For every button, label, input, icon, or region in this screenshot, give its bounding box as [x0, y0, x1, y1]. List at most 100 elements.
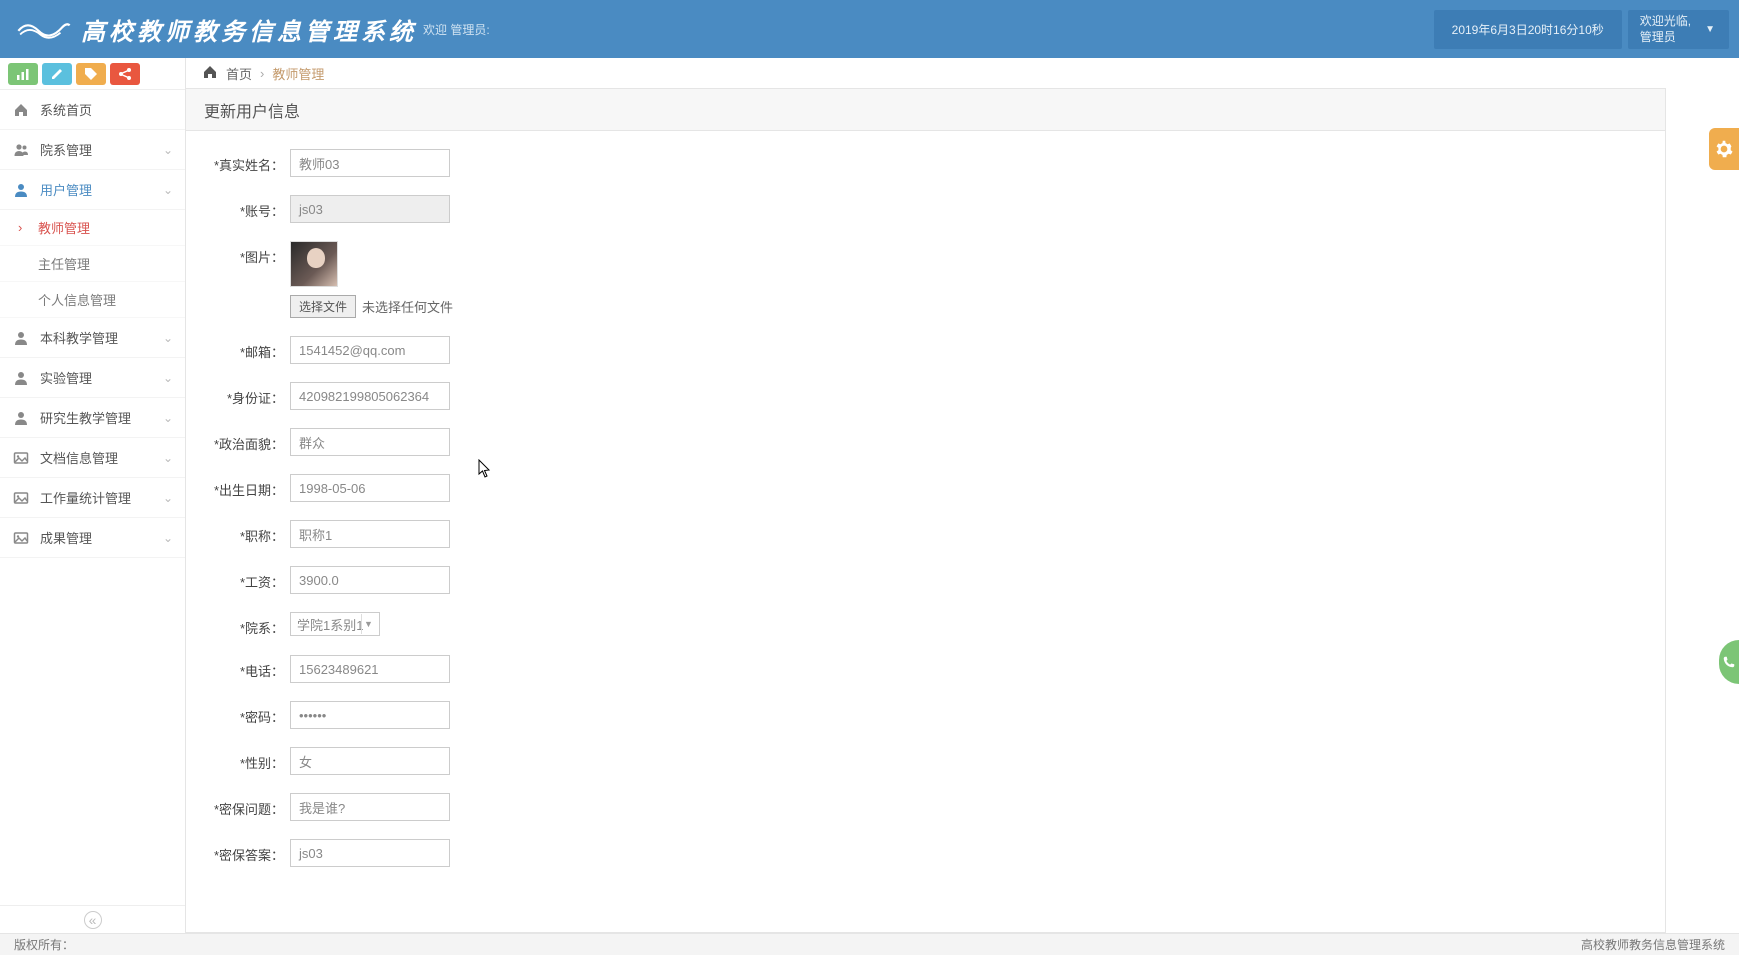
sidebar: 系统首页 院系管理 ⌄ 用户管理 ⌄ 教师管理 主任管理: [0, 58, 186, 933]
label-password: *密码：: [200, 701, 290, 726]
label-phone: *电话：: [200, 655, 290, 680]
sidebar-item-lab[interactable]: 实验管理 ⌄: [0, 358, 185, 398]
input-gender[interactable]: 女: [290, 747, 450, 775]
sidebar-collapse-button[interactable]: «: [0, 905, 185, 933]
sidebar-item-label: 文档信息管理: [40, 448, 163, 467]
label-dept: *院系：: [200, 612, 290, 637]
sidebar-item-docs[interactable]: 文档信息管理 ⌄: [0, 438, 185, 478]
sidebar-item-label: 本科教学管理: [40, 328, 163, 347]
chevron-down-icon: ⌄: [163, 491, 173, 505]
sidebar-item-label: 用户管理: [40, 180, 163, 199]
toolbar-tag-button[interactable]: [76, 63, 106, 85]
nav-menu: 系统首页 院系管理 ⌄ 用户管理 ⌄ 教师管理 主任管理: [0, 90, 185, 905]
sidebar-item-label: 院系管理: [40, 140, 163, 159]
input-secq[interactable]: 我是谁?: [290, 793, 450, 821]
sidebar-item-grad[interactable]: 研究生教学管理 ⌄: [0, 398, 185, 438]
input-phone[interactable]: 15623489621: [290, 655, 450, 683]
sidebar-item-label: 工作量统计管理: [40, 488, 163, 507]
input-title[interactable]: 职称1: [290, 520, 450, 548]
sidebar-item-undergrad[interactable]: 本科教学管理 ⌄: [0, 318, 185, 358]
sidebar-item-achievement[interactable]: 成果管理 ⌄: [0, 518, 185, 558]
input-salary[interactable]: 3900.0: [290, 566, 450, 594]
sidebar-item-home[interactable]: 系统首页: [0, 90, 185, 130]
file-status-text: 未选择任何文件: [362, 297, 453, 316]
avatar-preview: [290, 241, 338, 287]
chevron-down-icon: ⌄: [163, 183, 173, 197]
label-realname: *真实姓名：: [200, 149, 290, 174]
input-realname[interactable]: 教师03: [290, 149, 450, 177]
home-icon: [202, 64, 218, 83]
user-icon: [12, 329, 30, 347]
app-title: 高校教师教务信息管理系统: [81, 12, 417, 47]
label-birth: *出生日期：: [200, 474, 290, 499]
input-idcard[interactable]: 420982199805062364: [290, 382, 450, 410]
footer-left: 版权所有：: [14, 936, 74, 953]
input-birth[interactable]: 1998-05-06: [290, 474, 450, 502]
welcome-text: 欢迎 管理员:: [423, 21, 490, 38]
chevron-down-icon: ⌄: [163, 451, 173, 465]
user-greeting: 欢迎光临,: [1640, 14, 1691, 30]
main-content: 首页 › 教师管理 更新用户信息 *真实姓名： 教师03 *账号： js03 *…: [186, 58, 1739, 933]
submenu-item-director[interactable]: 主任管理: [0, 246, 185, 282]
datetime-display: 2019年6月3日20时16分10秒: [1434, 10, 1622, 49]
gear-icon: [1715, 140, 1733, 158]
footer-right: 高校教师教务信息管理系统: [1581, 936, 1725, 953]
toolbar-stats-button[interactable]: [8, 63, 38, 85]
breadcrumb: 首页 › 教师管理: [186, 58, 1739, 88]
input-seca[interactable]: js03: [290, 839, 450, 867]
label-secq: *密保问题：: [200, 793, 290, 818]
input-account: js03: [290, 195, 450, 223]
footer: 版权所有： 高校教师教务信息管理系统: [0, 933, 1739, 955]
image-icon: [12, 449, 30, 467]
chevron-left-icon: «: [84, 911, 102, 929]
user-icon: [12, 369, 30, 387]
input-email[interactable]: 1541452@qq.com: [290, 336, 450, 364]
sidebar-item-label: 系统首页: [40, 100, 173, 119]
label-title: *职称：: [200, 520, 290, 545]
toolbar-share-button[interactable]: [110, 63, 140, 85]
users-icon: [12, 141, 30, 159]
label-picture: *图片：: [200, 241, 290, 266]
input-password[interactable]: ••••••: [290, 701, 450, 729]
breadcrumb-current: 教师管理: [272, 64, 324, 83]
input-politics[interactable]: 群众: [290, 428, 450, 456]
submenu-user-mgmt: 教师管理 主任管理 个人信息管理: [0, 210, 185, 318]
chevron-down-icon: ⌄: [163, 143, 173, 157]
label-email: *邮箱：: [200, 336, 290, 361]
select-dept[interactable]: 学院1系别1 ▼: [290, 612, 380, 636]
sidebar-item-workload[interactable]: 工作量统计管理 ⌄: [0, 478, 185, 518]
submenu-item-teacher[interactable]: 教师管理: [0, 210, 185, 246]
label-idcard: *身份证：: [200, 382, 290, 407]
breadcrumb-sep: ›: [260, 66, 264, 81]
chevron-down-icon: ⌄: [163, 531, 173, 545]
app-header: 高校教师教务信息管理系统 欢迎 管理员: 2019年6月3日20时16分10秒 …: [0, 0, 1739, 58]
chevron-down-icon: ▼: [361, 614, 375, 634]
submenu-item-profile[interactable]: 个人信息管理: [0, 282, 185, 318]
user-icon: [12, 409, 30, 427]
select-dept-value: 学院1系别1: [297, 615, 363, 634]
user-icon: [12, 181, 30, 199]
logo-icon: [15, 18, 73, 40]
chevron-down-icon: ⌄: [163, 331, 173, 345]
toolbar-edit-button[interactable]: [42, 63, 72, 85]
submenu-label: 主任管理: [38, 254, 90, 273]
label-gender: *性别：: [200, 747, 290, 772]
user-role: 管理员: [1640, 30, 1691, 46]
label-seca: *密保答案：: [200, 839, 290, 864]
settings-drawer-button[interactable]: [1709, 128, 1739, 170]
user-menu[interactable]: 欢迎光临, 管理员 ▼: [1628, 10, 1729, 49]
image-icon: [12, 529, 30, 547]
sidebar-item-label: 成果管理: [40, 528, 163, 547]
chevron-down-icon: ⌄: [163, 371, 173, 385]
home-icon: [12, 101, 30, 119]
sidebar-item-dept[interactable]: 院系管理 ⌄: [0, 130, 185, 170]
sidebar-item-label: 实验管理: [40, 368, 163, 387]
sidebar-item-label: 研究生教学管理: [40, 408, 163, 427]
breadcrumb-home-link[interactable]: 首页: [226, 64, 252, 83]
sidebar-item-user-mgmt[interactable]: 用户管理 ⌄: [0, 170, 185, 210]
image-icon: [12, 489, 30, 507]
choose-file-button[interactable]: 选择文件: [290, 295, 356, 318]
phone-icon: [1723, 656, 1735, 668]
form-panel: 更新用户信息 *真实姓名： 教师03 *账号： js03 *图片： 选择文件: [186, 88, 1666, 933]
chevron-down-icon: ⌄: [163, 411, 173, 425]
